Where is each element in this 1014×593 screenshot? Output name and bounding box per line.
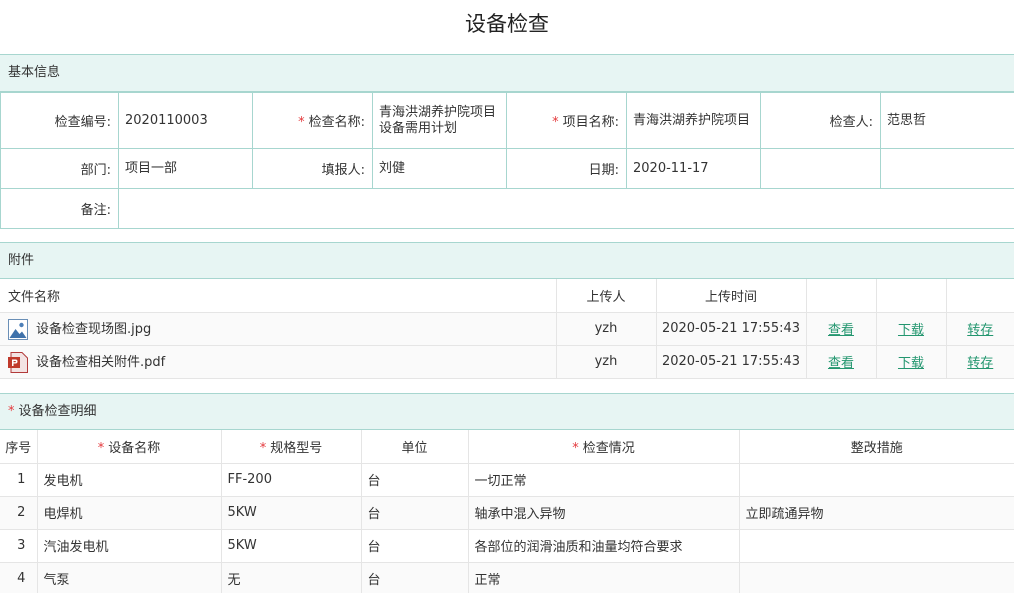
inspector-label: 检查人: [760, 92, 881, 149]
device-unit: 台 [361, 463, 469, 497]
required-mark: * [259, 440, 267, 456]
details-row: 2 电焊机 5KW 台 轴承中混入异物 立即疏通异物 [0, 496, 1014, 530]
reporter-label: 填报人: [252, 148, 373, 189]
transfer-link-cell: 转存 [946, 312, 1014, 346]
transfer-link[interactable]: 转存 [967, 356, 993, 371]
attachments-header: 附件 [0, 242, 1014, 279]
row-no: 4 [0, 562, 38, 593]
device-spec: 无 [221, 562, 362, 593]
page-title: 设备检查 [465, 12, 549, 36]
date-value: 2020-11-17 [626, 148, 761, 189]
details-header: * 设备检查明细 [0, 393, 1014, 430]
device-unit: 台 [361, 529, 469, 563]
fix-measure [739, 562, 1014, 593]
remark-value [118, 188, 1014, 229]
row-no: 1 [0, 463, 38, 497]
col-unit: 单位 [361, 430, 469, 464]
dept-value: 项目一部 [118, 148, 253, 189]
col-empty [876, 279, 947, 313]
attachment-uploader: yzh [556, 345, 657, 379]
required-mark: * [572, 440, 579, 456]
project-name-value: 青海洪湖养护院项目 [626, 92, 761, 149]
device-spec: 5KW [221, 529, 362, 563]
basic-info-table: 检查编号: 2020110003 * 检查名称: 青海洪湖养护院项目设备需用计划 … [0, 92, 1014, 229]
image-file-icon [8, 318, 28, 340]
details-title: 设备检查明细 [18, 404, 97, 419]
col-no: 序号 [0, 430, 38, 464]
required-mark: * [8, 404, 15, 419]
download-link[interactable]: 下载 [898, 323, 924, 338]
required-mark: * [298, 115, 305, 130]
pdf-file-icon [8, 351, 28, 373]
check-status: 轴承中混入异物 [468, 496, 740, 530]
col-uploader: 上传人 [556, 279, 657, 313]
device-unit: 台 [361, 562, 469, 593]
date-label: 日期: [506, 148, 627, 189]
device-name: 汽油发电机 [37, 529, 222, 563]
check-status: 正常 [468, 562, 740, 593]
attachment-file-name: 设备检查现场图.jpg [0, 312, 557, 346]
attachment-row: 设备检查现场图.jpg yzh 2020-05-21 17:55:43 查看 下… [0, 312, 1014, 346]
attachment-upload-time: 2020-05-21 17:55:43 [656, 312, 807, 346]
fix-measure [739, 529, 1014, 563]
check-status: 一切正常 [468, 463, 740, 497]
transfer-link-cell: 转存 [946, 345, 1014, 379]
col-spec: * 规格型号 [221, 430, 362, 464]
row-no: 2 [0, 496, 38, 530]
row-no: 3 [0, 529, 38, 563]
basic-info-header: 基本信息 [0, 54, 1014, 92]
attachments-header-row: 文件名称 上传人 上传时间 [0, 279, 1014, 313]
col-empty [946, 279, 1014, 313]
fix-measure: 立即疏通异物 [739, 496, 1014, 530]
basic-info-title: 基本信息 [8, 65, 61, 80]
col-file-name: 文件名称 [0, 279, 557, 313]
reporter-value: 刘健 [372, 148, 507, 189]
device-unit: 台 [361, 496, 469, 530]
inspection-name-label: * 检查名称: [252, 92, 373, 149]
device-spec: FF-200 [221, 463, 362, 497]
attachments-table: 文件名称 上传人 上传时间 设备检查现场图.jpg yzh 2020-05-21… [0, 279, 1014, 379]
device-name: 发电机 [37, 463, 222, 497]
details-header-row: 序号 * 设备名称 * 规格型号 单位 * 检查情况 整改措施 [0, 430, 1014, 464]
check-status: 各部位的润滑油质和油量均符合要求 [468, 529, 740, 563]
attachments-title: 附件 [8, 253, 35, 268]
inspection-no-label: 检查编号: [0, 92, 119, 149]
inspection-no-value: 2020110003 [118, 92, 253, 149]
view-link[interactable]: 查看 [828, 323, 854, 338]
device-spec: 5KW [221, 496, 362, 530]
empty-cell [880, 148, 1014, 189]
fix-measure [739, 463, 1014, 497]
required-mark: * [97, 440, 105, 456]
view-link-cell: 查看 [806, 345, 877, 379]
transfer-link[interactable]: 转存 [967, 323, 993, 338]
remark-label: 备注: [0, 188, 119, 229]
details-row: 4 气泵 无 台 正常 [0, 562, 1014, 593]
download-link[interactable]: 下载 [898, 356, 924, 371]
attachment-file-name: 设备检查相关附件.pdf [0, 345, 557, 379]
col-upload-time: 上传时间 [656, 279, 807, 313]
inspector-value: 范思哲 [880, 92, 1014, 149]
details-row: 1 发电机 FF-200 台 一切正常 [0, 463, 1014, 497]
col-device-name: * 设备名称 [37, 430, 222, 464]
empty-cell [760, 148, 881, 189]
download-link-cell: 下载 [876, 345, 947, 379]
view-link[interactable]: 查看 [828, 356, 854, 371]
device-name: 气泵 [37, 562, 222, 593]
download-link-cell: 下载 [876, 312, 947, 346]
details-row: 3 汽油发电机 5KW 台 各部位的润滑油质和油量均符合要求 [0, 529, 1014, 563]
attachment-upload-time: 2020-05-21 17:55:43 [656, 345, 807, 379]
attachment-row: 设备检查相关附件.pdf yzh 2020-05-21 17:55:43 查看 … [0, 345, 1014, 379]
dept-label: 部门: [0, 148, 119, 189]
col-status: * 检查情况 [468, 430, 740, 464]
col-fix: 整改措施 [739, 430, 1014, 464]
project-name-label: * 项目名称: [506, 92, 627, 149]
device-name: 电焊机 [37, 496, 222, 530]
view-link-cell: 查看 [806, 312, 877, 346]
attachment-uploader: yzh [556, 312, 657, 346]
details-table: 序号 * 设备名称 * 规格型号 单位 * 检查情况 整改措施 1 发电机 FF-20… [0, 430, 1014, 593]
required-mark: * [552, 115, 559, 130]
col-empty [806, 279, 877, 313]
inspection-name-value: 青海洪湖养护院项目设备需用计划 [372, 92, 507, 149]
